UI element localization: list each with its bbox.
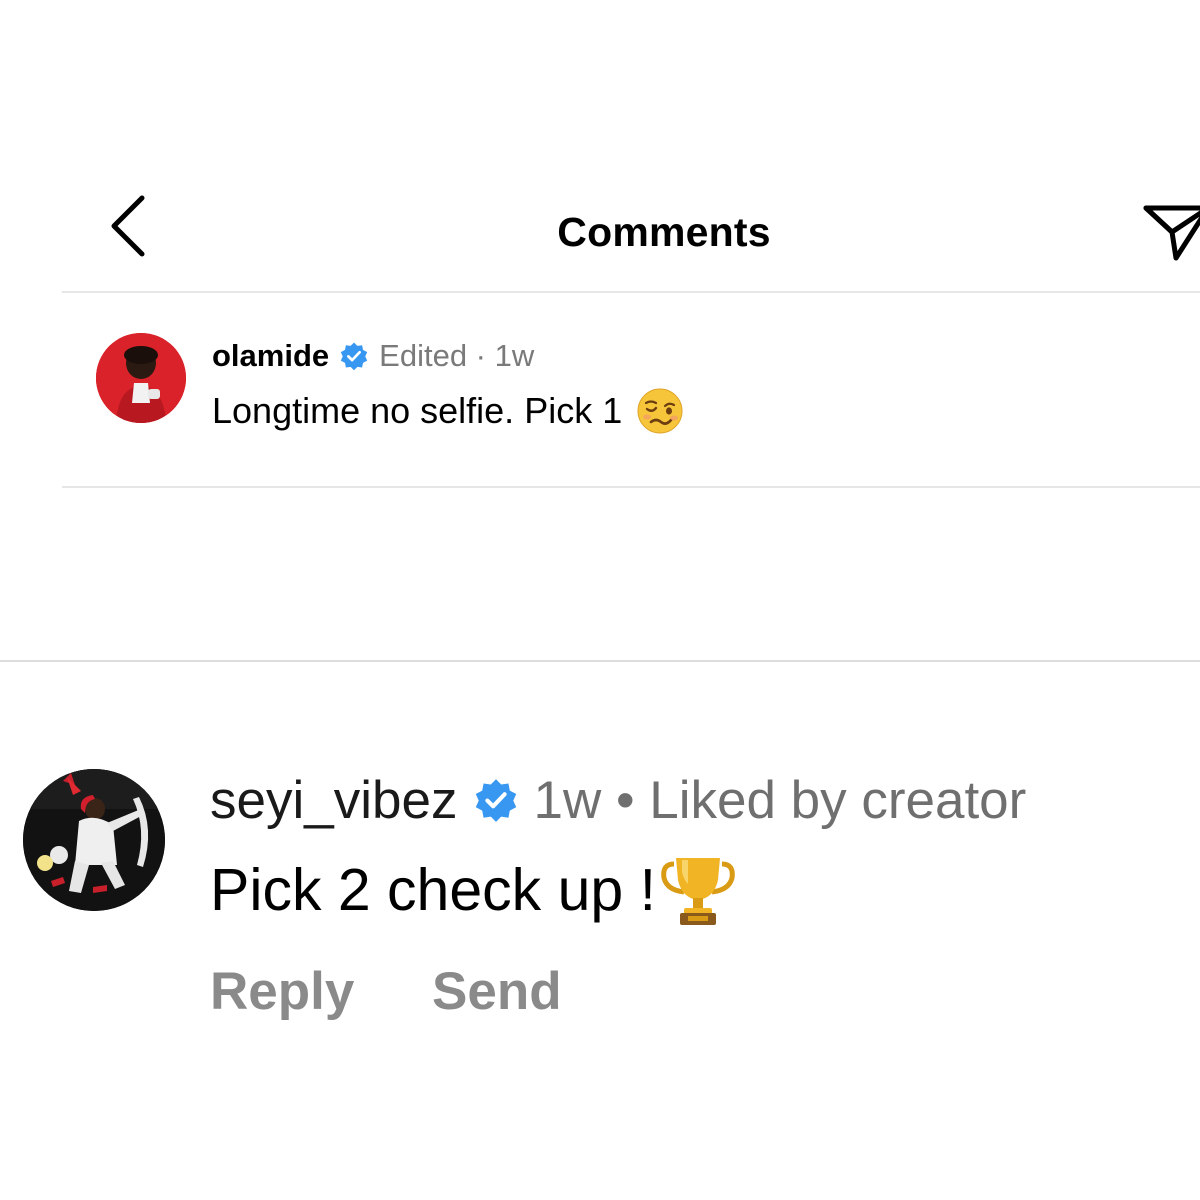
woozy-face-icon (636, 387, 684, 435)
caption-header: olamide Edited · 1w (212, 334, 534, 378)
comment-text: Pick 2 check up ! (210, 850, 738, 930)
caption-username[interactable]: olamide (212, 338, 329, 374)
comments-divider (0, 660, 1200, 662)
comment-meta: 1w • Liked by creator (533, 770, 1027, 830)
avatar[interactable] (23, 769, 165, 911)
comment-body: Pick 2 check up ! (210, 857, 656, 923)
caption-text: Longtime no selfie. Pick 1 (212, 386, 684, 436)
send-button[interactable]: Send (432, 960, 562, 1024)
share-button[interactable] (1136, 196, 1200, 266)
caption-body: Longtime no selfie. Pick 1 (212, 390, 623, 431)
header-divider (62, 291, 1200, 293)
verified-badge-icon (339, 341, 369, 371)
comment-header: seyi_vibez 1w • Liked by creator (210, 768, 1026, 832)
avatar-seyi-photo (23, 769, 165, 911)
page-title: Comments (557, 209, 771, 255)
paper-plane-icon (1143, 205, 1200, 261)
reply-button[interactable]: Reply (210, 960, 354, 1024)
caption-divider (62, 486, 1200, 488)
comments-screen: Comments olamide Edited · 1w Longtime no… (0, 0, 1200, 1200)
header-bar: Comments (0, 0, 1200, 292)
avatar[interactable] (96, 333, 186, 423)
trophy-icon (658, 850, 738, 930)
comment-username[interactable]: seyi_vibez (210, 770, 457, 831)
caption-meta: Edited · 1w (379, 338, 535, 373)
verified-badge-icon (473, 777, 519, 823)
avatar-olamide-photo (96, 333, 186, 423)
